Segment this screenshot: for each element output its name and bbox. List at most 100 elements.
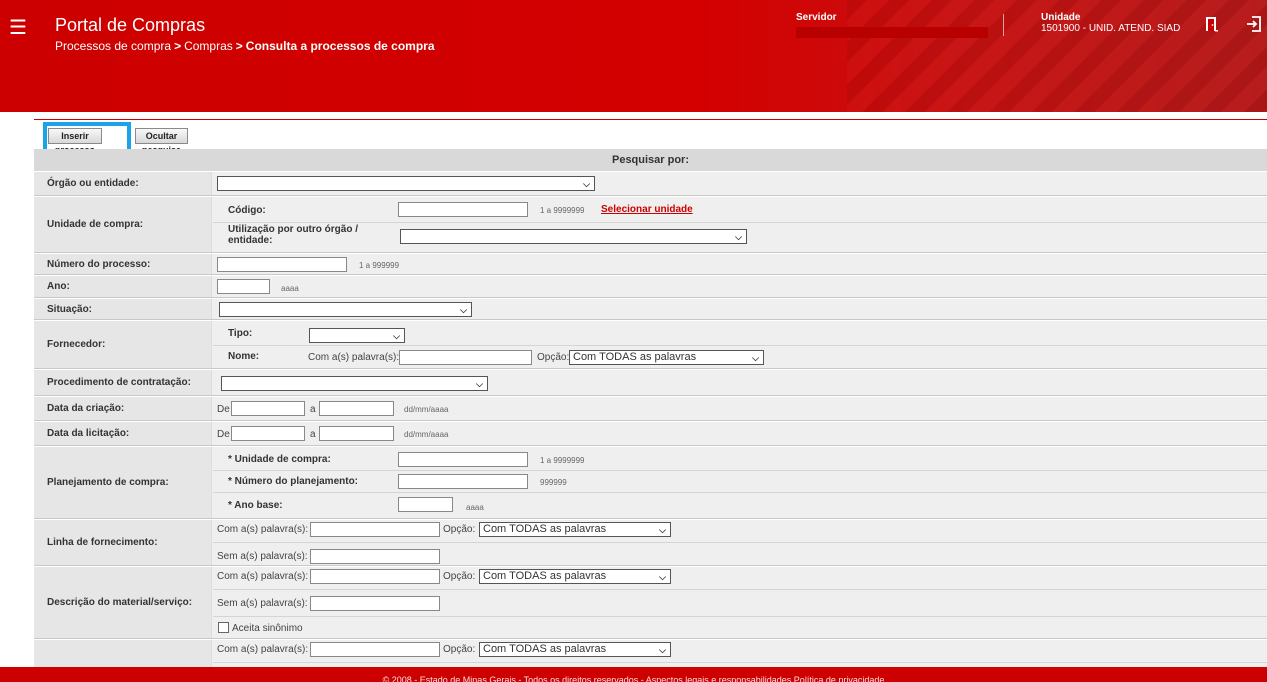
nome-input[interactable]	[399, 350, 532, 365]
linha-sem-input[interactable]	[310, 549, 440, 564]
numero-label: Número do processo:	[34, 254, 212, 274]
data-criacao-a-input[interactable]	[319, 401, 394, 416]
data-criacao-hint: dd/mm/aaaa	[404, 405, 449, 414]
hide-search-button[interactable]: Ocultar pesquisa	[135, 128, 189, 155]
row-linha: Linha de fornecimento: Com a(s) palavra(…	[34, 520, 1267, 566]
extra-com-label: Com a(s) palavra(s):	[217, 644, 309, 655]
plan-ano-label: * Ano base:	[228, 500, 283, 511]
data-licitacao-hint: dd/mm/aaaa	[404, 430, 449, 439]
descricao-opcao-value: Com TODAS as palavras	[483, 570, 607, 582]
orgao-label: Órgão ou entidade:	[34, 172, 212, 195]
codigo-input[interactable]	[398, 202, 528, 217]
chevron-down-icon: ⌵	[735, 232, 742, 242]
linha-label: Linha de fornecimento:	[34, 520, 212, 565]
row-data-criacao: Data da criação: De a dd/mm/aaaa	[34, 397, 1267, 421]
plan-ano-hint: aaaa	[466, 503, 484, 512]
linha-opcao-select[interactable]: Com TODAS as palavras ⌵	[479, 522, 671, 537]
plan-ano-input[interactable]	[398, 497, 453, 512]
situacao-label: Situação:	[34, 299, 212, 319]
sinonimo-label: Aceita sinônimo	[232, 623, 303, 634]
chevron-down-icon: ⌵	[460, 305, 467, 315]
row-data-licitacao: Data da licitação: De a dd/mm/aaaa	[34, 422, 1267, 446]
procedimento-select[interactable]: ⌵	[221, 376, 488, 391]
row-situacao: Situação: ⌵	[34, 299, 1267, 320]
row-extra: Com a(s) palavra(s): Opção: Com TODAS as…	[34, 640, 1267, 667]
inner-divider	[213, 492, 1267, 493]
extra-com-input[interactable]	[310, 642, 440, 657]
tipo-select[interactable]: ⌵	[309, 328, 405, 343]
inner-divider	[213, 616, 1267, 617]
insert-process-button[interactable]: Inserir processo	[48, 128, 103, 155]
breadcrumb: Processos de compra > Compras > Consulta a p…	[55, 39, 435, 53]
breadcrumb-compras[interactable]: Compras	[184, 39, 233, 53]
chevron-down-icon: ⌵	[476, 379, 483, 389]
breadcrumb-current: Consulta a processos de compra	[245, 39, 435, 53]
header: ☰ Portal de Compras Processos de compra >…	[0, 0, 1267, 112]
ano-label: Ano:	[34, 276, 212, 297]
nome-label: Nome:	[228, 351, 260, 362]
descricao-com-input[interactable]	[310, 569, 440, 584]
row-ano: Ano: aaaa	[34, 276, 1267, 298]
content-top-line	[34, 119, 1267, 120]
chevron-down-icon: ⌵	[659, 645, 666, 655]
outro-orgao-label: Utilização por outro órgão / entidade:	[228, 224, 359, 246]
breadcrumb-processos[interactable]: Processos de compra	[55, 39, 171, 53]
descricao-com-label: Com a(s) palavra(s):	[217, 571, 309, 582]
plan-numero-hint: 999999	[540, 478, 567, 487]
menu-icon[interactable]: ☰	[9, 18, 27, 38]
numero-hint: 1 a 999999	[359, 261, 400, 270]
nome-opcao-select[interactable]: Com TODAS as palavras ⌵	[569, 350, 764, 365]
row-fornecedor: Fornecedor: Tipo: ⌵ Nome: Com a(s) palav…	[34, 321, 1267, 369]
nome-opcao-label: Opção:	[537, 352, 570, 363]
unit-label: Unidade	[1041, 12, 1081, 23]
door-icon[interactable]	[1205, 16, 1219, 35]
sinonimo-checkbox[interactable]	[218, 622, 229, 633]
inner-divider	[213, 662, 1267, 663]
extra-opcao-select[interactable]: Com TODAS as palavras ⌵	[479, 642, 671, 657]
outro-orgao-select[interactable]: ⌵	[400, 229, 747, 244]
header-divider	[1003, 14, 1004, 36]
nome-opcao-value: Com TODAS as palavras	[573, 351, 697, 363]
descricao-sem-input[interactable]	[310, 596, 440, 611]
plan-numero-input[interactable]	[398, 474, 528, 489]
nome-com-label: Com a(s) palavra(s):	[308, 352, 400, 363]
inner-divider	[213, 222, 1267, 223]
row-numero: Número do processo: 1 a 999999	[34, 254, 1267, 275]
unit-value: 1501900 - UNID. ATEND. SIAD	[1041, 23, 1181, 34]
descricao-label: Descrição do material/serviço:	[34, 567, 212, 638]
row-orgao: Órgão ou entidade: ⌵	[34, 172, 1267, 196]
exit-icon[interactable]	[1246, 16, 1262, 35]
tipo-label: Tipo:	[228, 328, 253, 339]
codigo-hint: 1 a 9999999	[540, 206, 585, 215]
data-licitacao-label: Data da licitação:	[34, 422, 212, 445]
orgao-select[interactable]: ⌵	[217, 176, 595, 191]
row-planejamento: Planejamento de compra: * Unidade de com…	[34, 447, 1267, 519]
plan-unidade-hint: 1 a 9999999	[540, 456, 585, 465]
procedimento-label: Procedimento de contratação:	[34, 370, 212, 395]
descricao-opcao-select[interactable]: Com TODAS as palavras ⌵	[479, 569, 671, 584]
data-licitacao-a-input[interactable]	[319, 426, 394, 441]
inner-divider	[213, 470, 1267, 471]
search-header: Pesquisar por:	[34, 149, 1267, 171]
linha-com-label: Com a(s) palavra(s):	[217, 524, 309, 535]
inner-divider	[213, 589, 1267, 590]
footer: © 2008 - Estado de Minas Gerais - Todos …	[0, 667, 1267, 682]
select-unit-link[interactable]: Selecionar unidade	[601, 204, 693, 215]
linha-com-input[interactable]	[310, 522, 440, 537]
row-unidade: Unidade de compra: Código: 1 a 9999999 S…	[34, 197, 1267, 253]
data-criacao-de-input[interactable]	[231, 401, 305, 416]
breadcrumb-separator: >	[235, 39, 243, 53]
plan-unidade-input[interactable]	[398, 452, 528, 467]
numero-input[interactable]	[217, 257, 347, 272]
data-licitacao-de-input[interactable]	[231, 426, 305, 441]
extra-opcao-value: Com TODAS as palavras	[483, 643, 607, 655]
codigo-label: Código:	[228, 205, 266, 216]
unidade-label: Unidade de compra:	[34, 197, 212, 252]
server-label: Servidor	[796, 12, 837, 23]
data-licitacao-de: De	[217, 429, 230, 440]
ano-input[interactable]	[217, 279, 270, 294]
situacao-select[interactable]: ⌵	[219, 302, 472, 317]
plan-unidade-label: * Unidade de compra:	[228, 454, 331, 465]
linha-sem-label: Sem a(s) palavra(s):	[217, 551, 308, 562]
breadcrumb-separator: >	[174, 39, 182, 53]
